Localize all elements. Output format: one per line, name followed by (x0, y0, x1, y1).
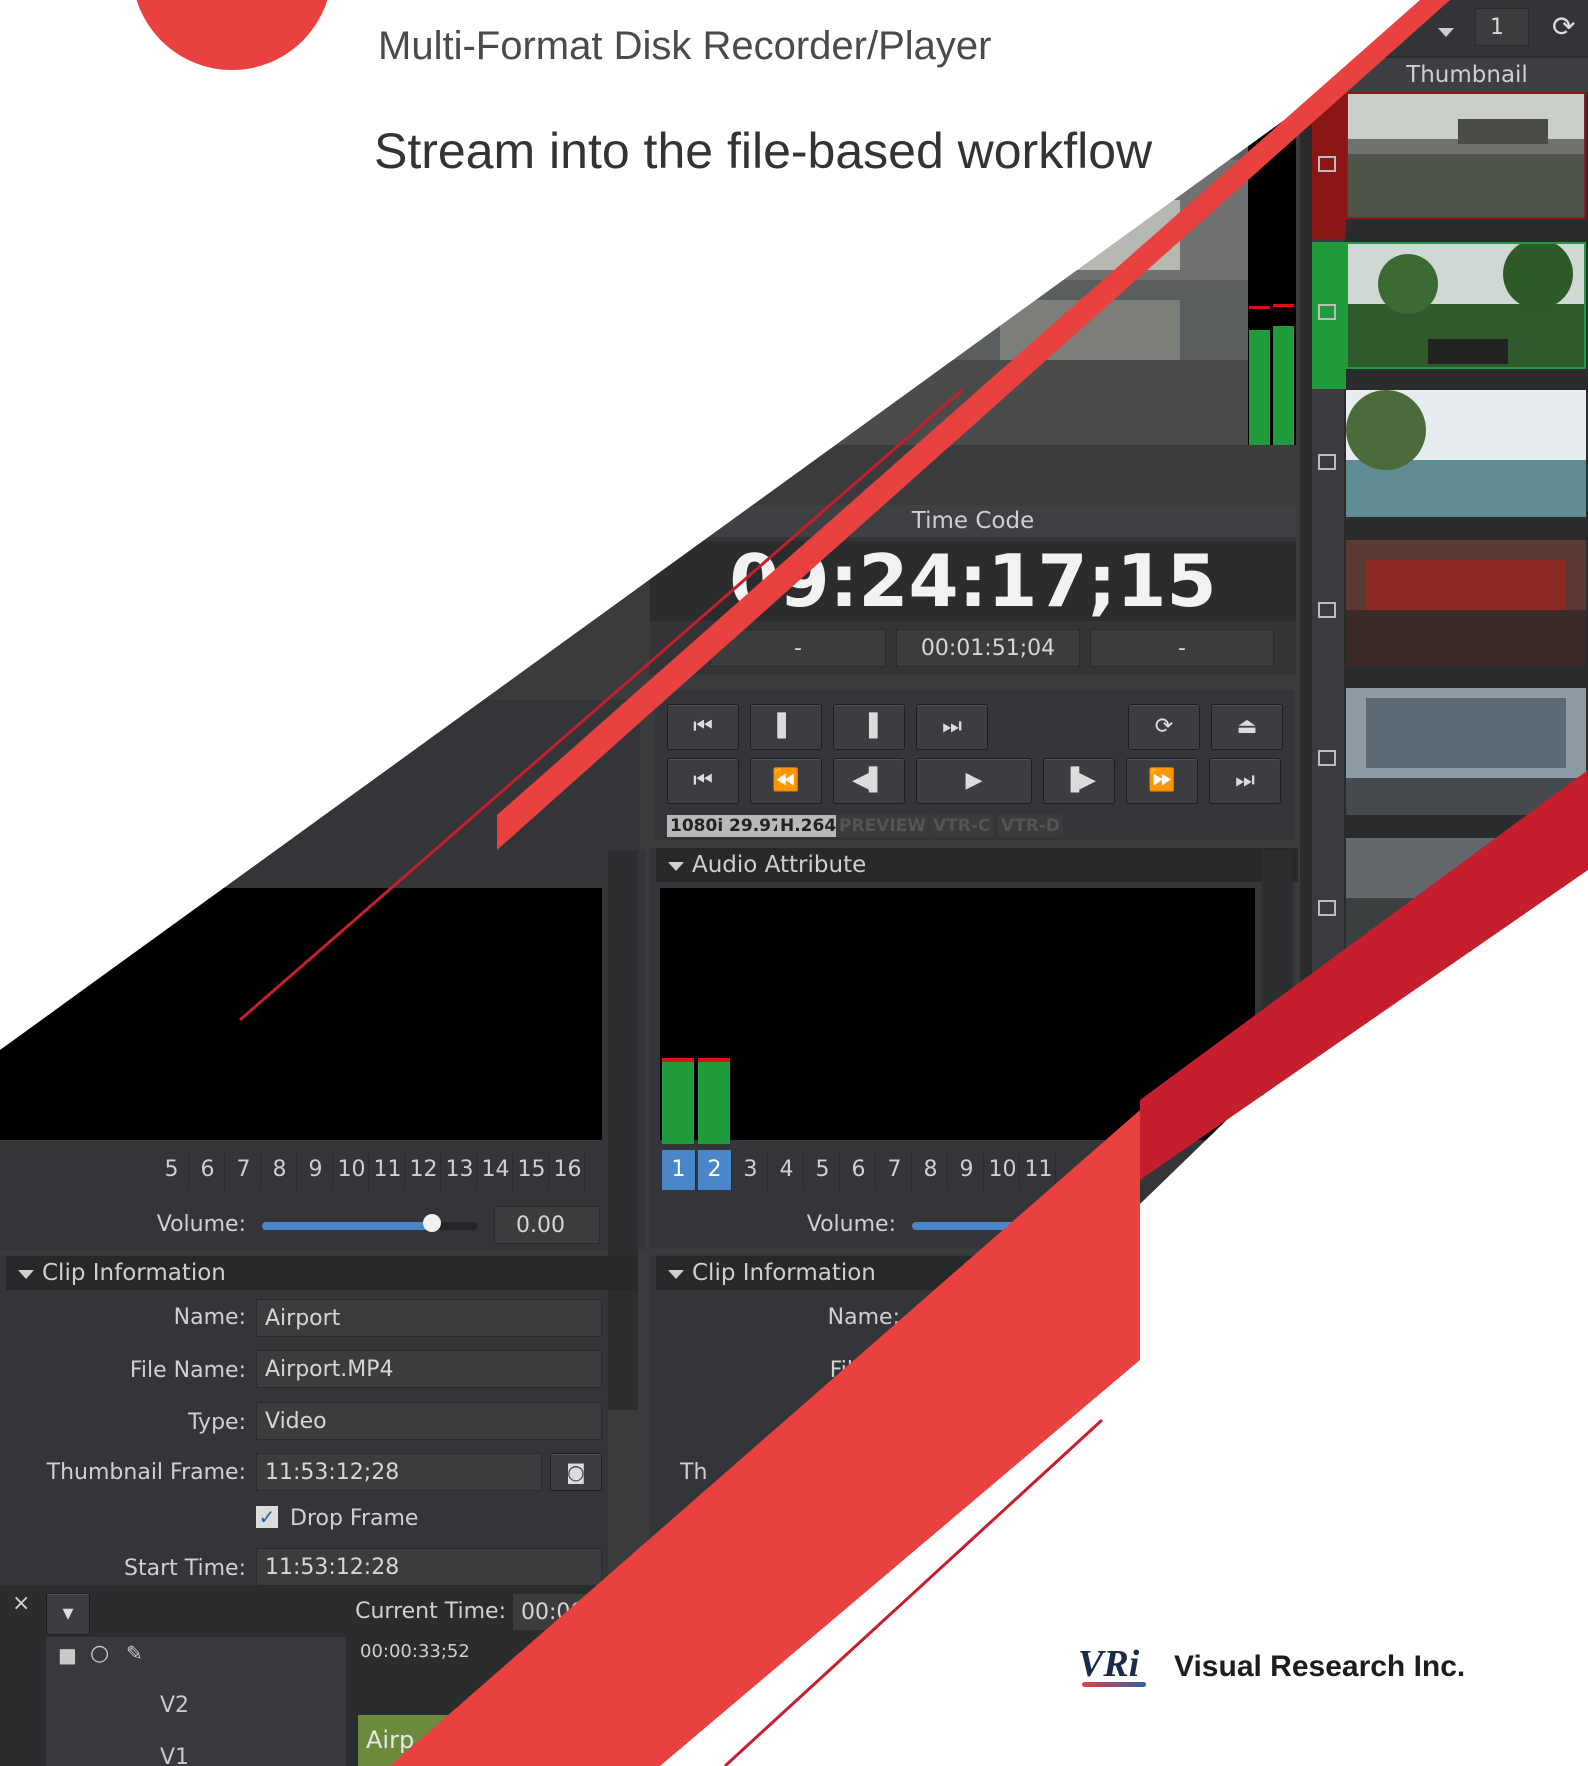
product-subtitle: Multi-Format Disk Recorder/Player (378, 24, 992, 68)
logo-swoosh (1082, 1682, 1146, 1687)
company-logo: VRi Visual Research Inc. (1078, 1640, 1578, 1700)
brochure-page: 1 ⟳ Thumbnail Time Code 09:24:17;15 - 00… (0, 0, 1588, 1766)
tagline: Stream into the file-based workflow (374, 123, 1153, 179)
brochure-overlay (0, 0, 1588, 1766)
vri-logo-mark: VRi (1078, 1643, 1140, 1685)
company-name: Visual Research Inc. (1174, 1650, 1466, 1683)
